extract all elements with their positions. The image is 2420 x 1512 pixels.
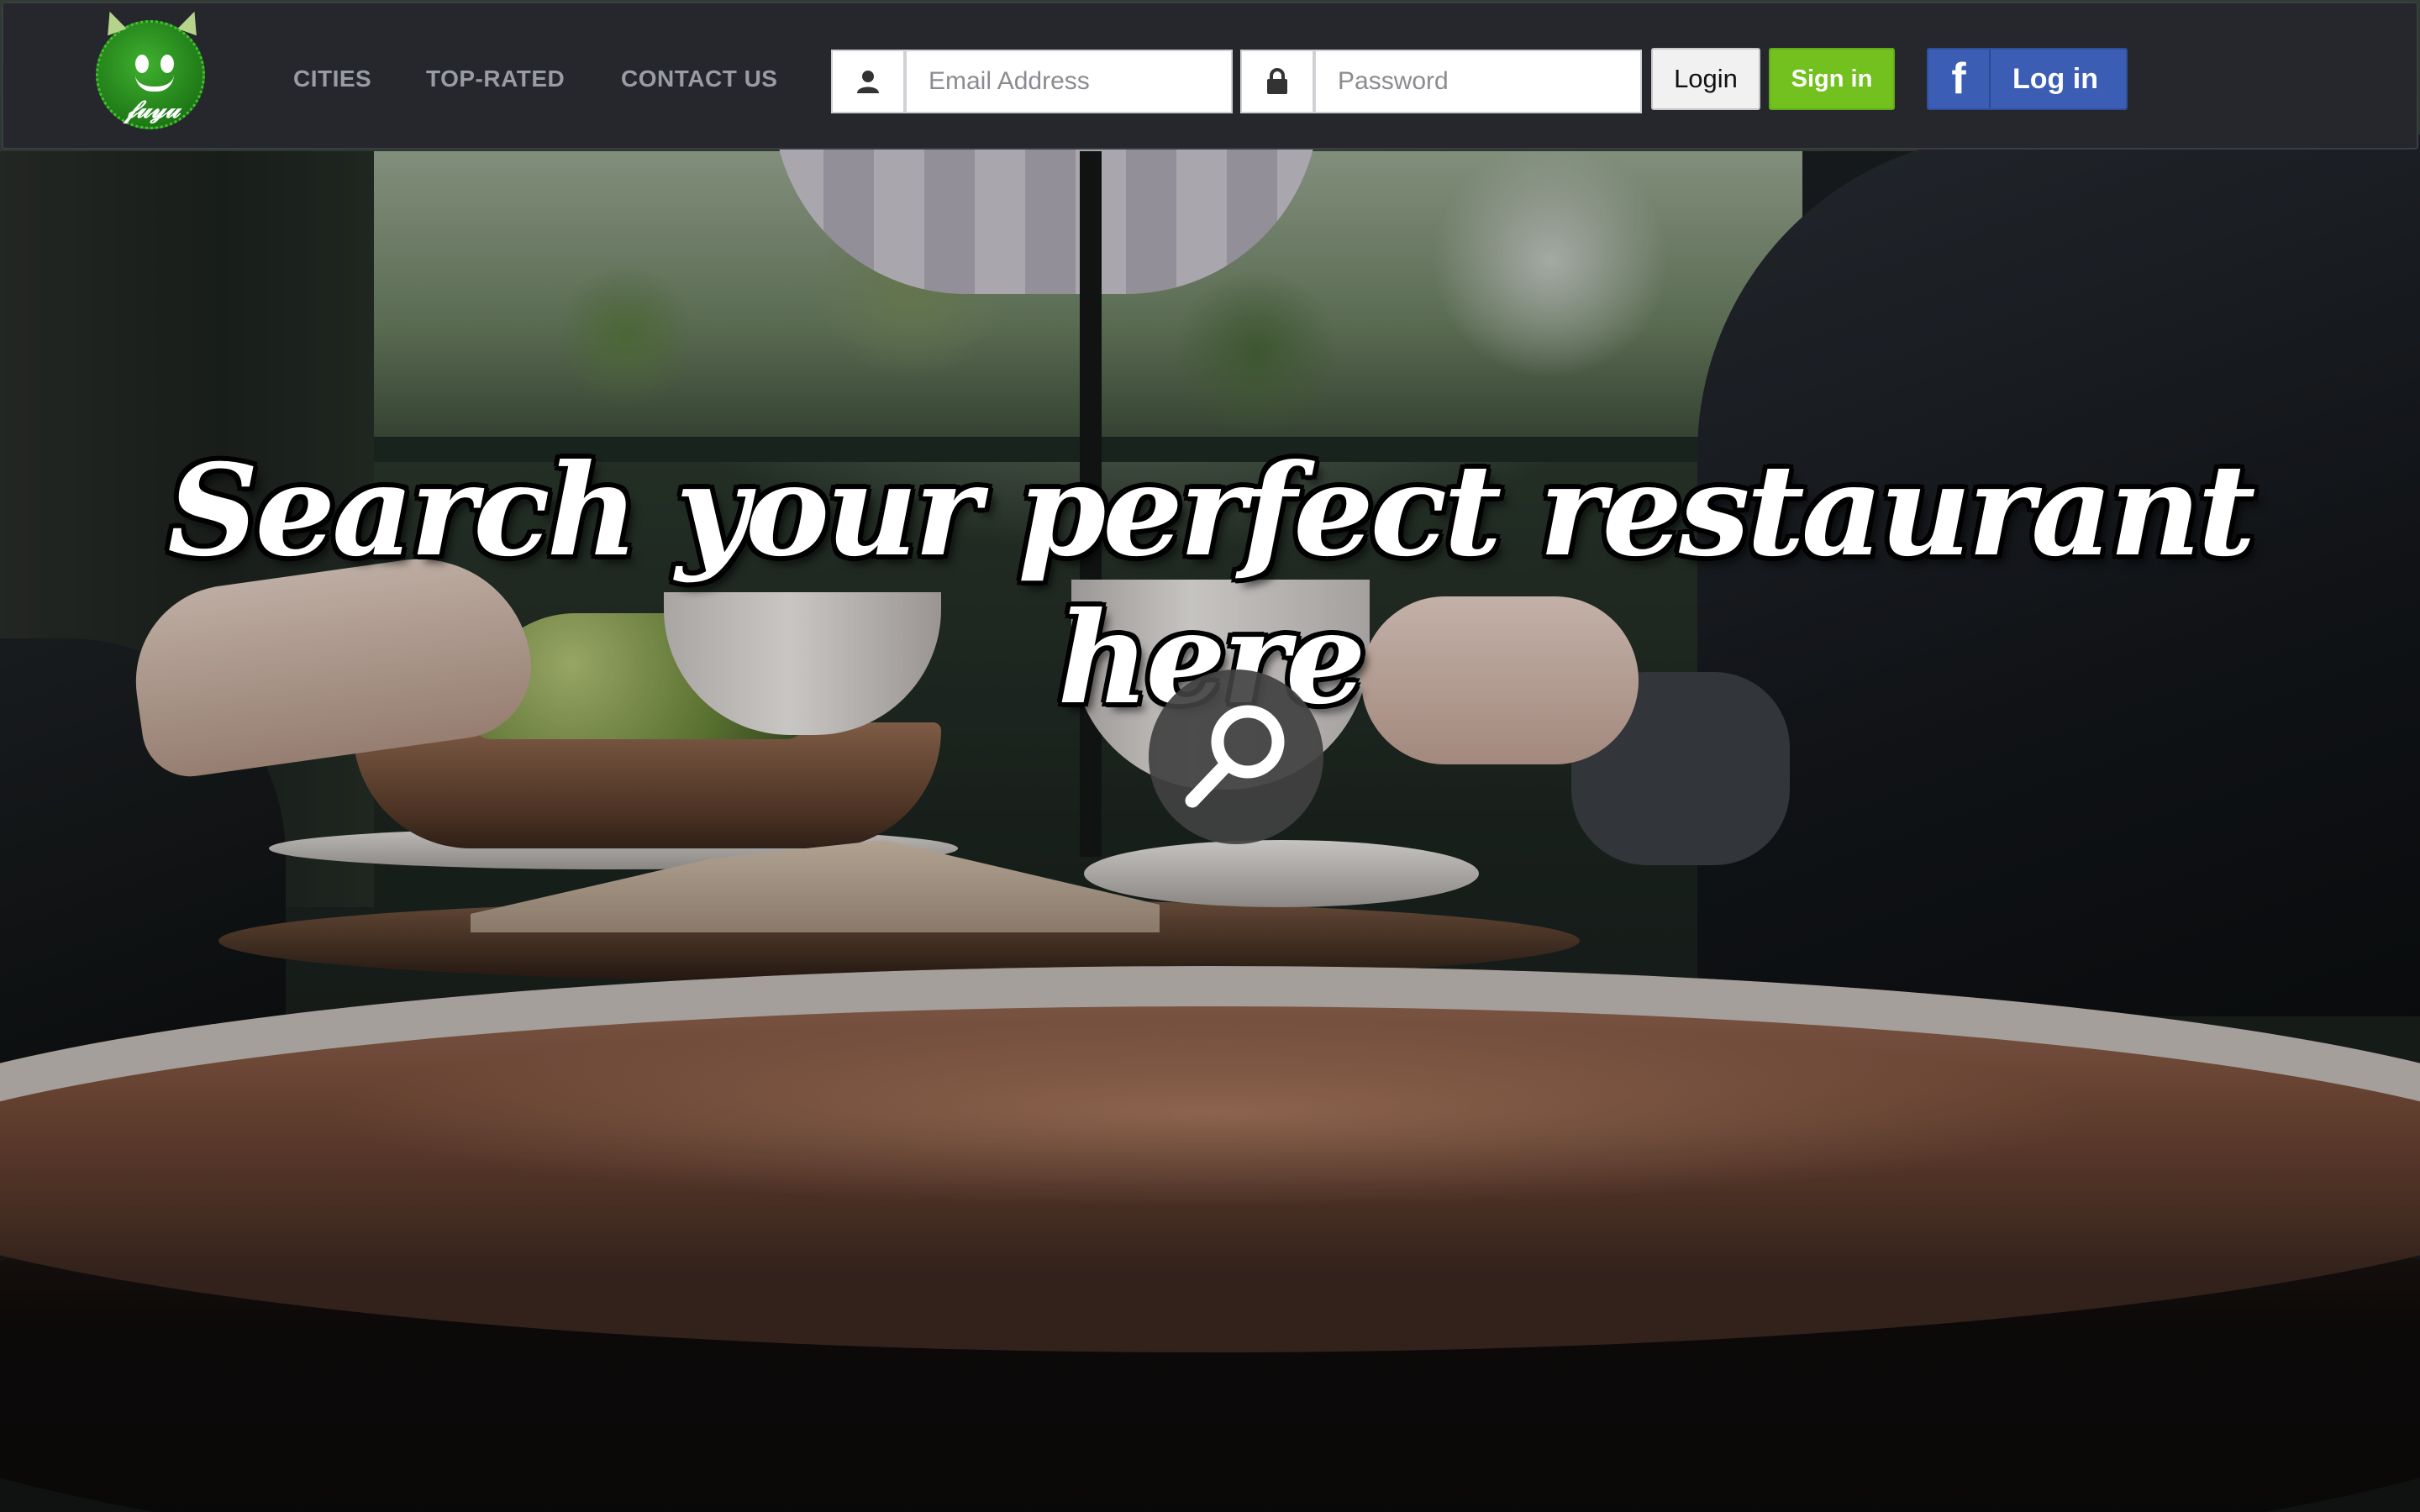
nav-link-contact-us[interactable]: CONTACT US xyxy=(621,66,777,92)
magnifier-icon xyxy=(1185,705,1285,808)
logo-mouth xyxy=(135,75,174,92)
logo-eye-left xyxy=(135,55,149,73)
password-field[interactable] xyxy=(1314,50,1642,113)
login-button[interactable]: Login xyxy=(1651,48,1760,110)
facebook-icon: f xyxy=(1928,50,1991,108)
logo-eye-right xyxy=(160,55,174,73)
nav-link-cities[interactable]: CITIES xyxy=(293,66,371,92)
lock-icon xyxy=(1240,50,1314,113)
top-navbar: 𝒻𝓊𝓎𝓊 CITIES TOP-RATED CONTACT US Login S… xyxy=(2,2,2418,150)
logo-ear-right xyxy=(177,8,204,36)
user-icon xyxy=(831,50,905,113)
nav-link-top-rated[interactable]: TOP-RATED xyxy=(426,66,565,92)
email-field[interactable] xyxy=(905,50,1233,113)
logo-ear-left xyxy=(100,8,127,36)
facebook-login-button[interactable]: f Log in xyxy=(1927,48,2128,110)
sign-in-button[interactable]: Sign in xyxy=(1769,48,1895,110)
logo-script: 𝒻𝓊𝓎𝓊 xyxy=(125,95,180,124)
green-blob-mascot-logo[interactable]: 𝒻𝓊𝓎𝓊 xyxy=(96,8,205,129)
facebook-login-label: Log in xyxy=(2012,62,2098,95)
search-button[interactable] xyxy=(1149,669,1323,844)
